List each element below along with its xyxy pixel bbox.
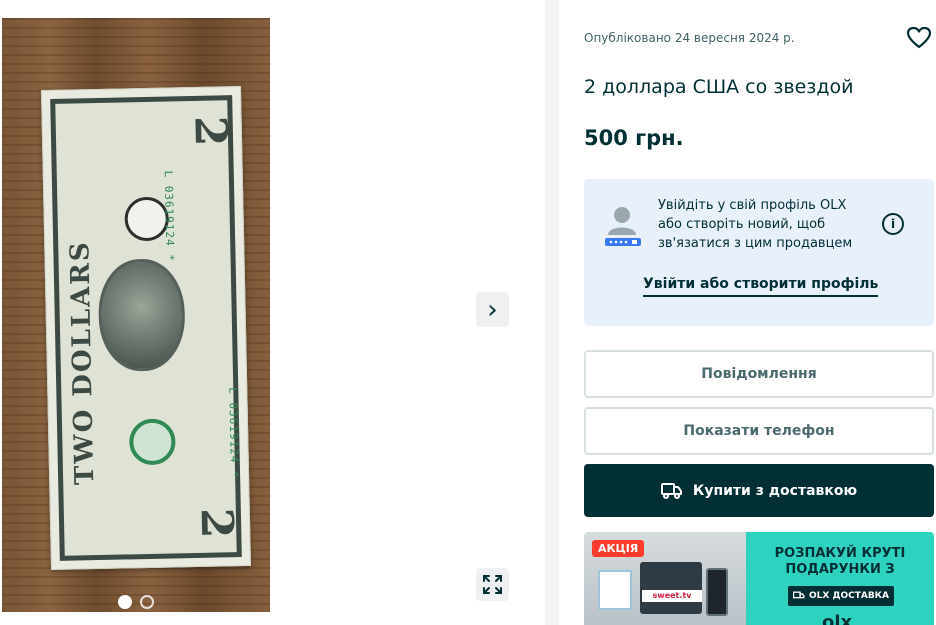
promo-image: АКЦІЯ sweet.tv <box>584 532 746 625</box>
info-icon[interactable]: i <box>882 213 904 235</box>
listing-title: 2 доллара США со звездой <box>584 76 854 98</box>
promo-text-area: РОЗПАКУЙ КРУТІ ПОДАРУНКИ З OLX ДОСТАВКА … <box>746 532 934 625</box>
login-or-register-link[interactable]: Увійти або створити профіль <box>643 276 879 297</box>
promo-brand-tag: sweet.tv <box>642 590 702 602</box>
chevron-right-icon: › <box>487 294 498 325</box>
gift-icon <box>598 570 632 610</box>
column-divider <box>545 0 559 625</box>
banknote-serial-bottom: L 03619124 * <box>226 387 242 479</box>
user-avatar-icon <box>605 207 641 246</box>
listing-photo[interactable]: 2 L 03619124 * TWO DOLLARS L 03619124 * … <box>2 18 270 612</box>
show-phone-button[interactable]: Показати телефон <box>584 407 934 455</box>
listing-details-panel: Опубліковано 24 вересня 2024 р. 2 доллар… <box>559 0 936 625</box>
banknote-side-text: TWO DOLLARS <box>65 240 101 486</box>
expand-icon <box>483 575 502 594</box>
promo-delivery-badge: OLX ДОСТАВКА <box>788 586 894 606</box>
promo-device-box <box>640 562 702 614</box>
photo-gallery: 2 L 03619124 * TWO DOLLARS L 03619124 * … <box>0 0 545 625</box>
photo-pagination <box>118 595 154 609</box>
heart-icon[interactable] <box>906 26 932 50</box>
next-photo-button[interactable]: › <box>476 292 509 327</box>
login-prompt-text: Увійдіть у свій профіль OLX або створіть… <box>658 198 853 251</box>
promo-headline: РОЗПАКУЙ КРУТІ ПОДАРУНКИ З <box>774 546 906 577</box>
message-button[interactable]: Повідомлення <box>584 350 934 398</box>
buy-with-delivery-button[interactable]: Купити з доставкою <box>584 464 934 517</box>
banknote-denomination-top: 2 <box>184 115 237 147</box>
olx-logo: olx <box>822 612 853 625</box>
promo-banner[interactable]: АКЦІЯ sweet.tv РОЗПАКУЙ КРУТІ ПОДАРУНКИ … <box>584 532 934 625</box>
published-date: Опубліковано 24 вересня 2024 р. <box>584 31 795 45</box>
banknote-serial-top: L 03619124 * <box>161 170 177 263</box>
pagination-dot-1[interactable] <box>118 595 132 609</box>
phone-icon <box>706 568 728 616</box>
login-prompt-card: Увійдіть у свій профіль OLX або створіть… <box>584 179 934 326</box>
pagination-dot-2[interactable] <box>140 595 154 609</box>
buy-button-label: Купити з доставкою <box>692 482 858 499</box>
fullscreen-button[interactable] <box>476 568 509 601</box>
banknote-image: 2 L 03619124 * TWO DOLLARS L 03619124 * … <box>40 85 252 571</box>
listing-page: 2 L 03619124 * TWO DOLLARS L 03619124 * … <box>0 0 936 625</box>
truck-icon <box>792 591 805 599</box>
promo-badge: АКЦІЯ <box>592 540 645 557</box>
promo-delivery-label: OLX ДОСТАВКА <box>808 591 889 601</box>
listing-price: 500 грн. <box>584 126 684 150</box>
banknote-denomination-bottom: 2 <box>190 507 243 539</box>
truck-icon <box>660 482 682 499</box>
banknote-portrait <box>97 258 186 372</box>
